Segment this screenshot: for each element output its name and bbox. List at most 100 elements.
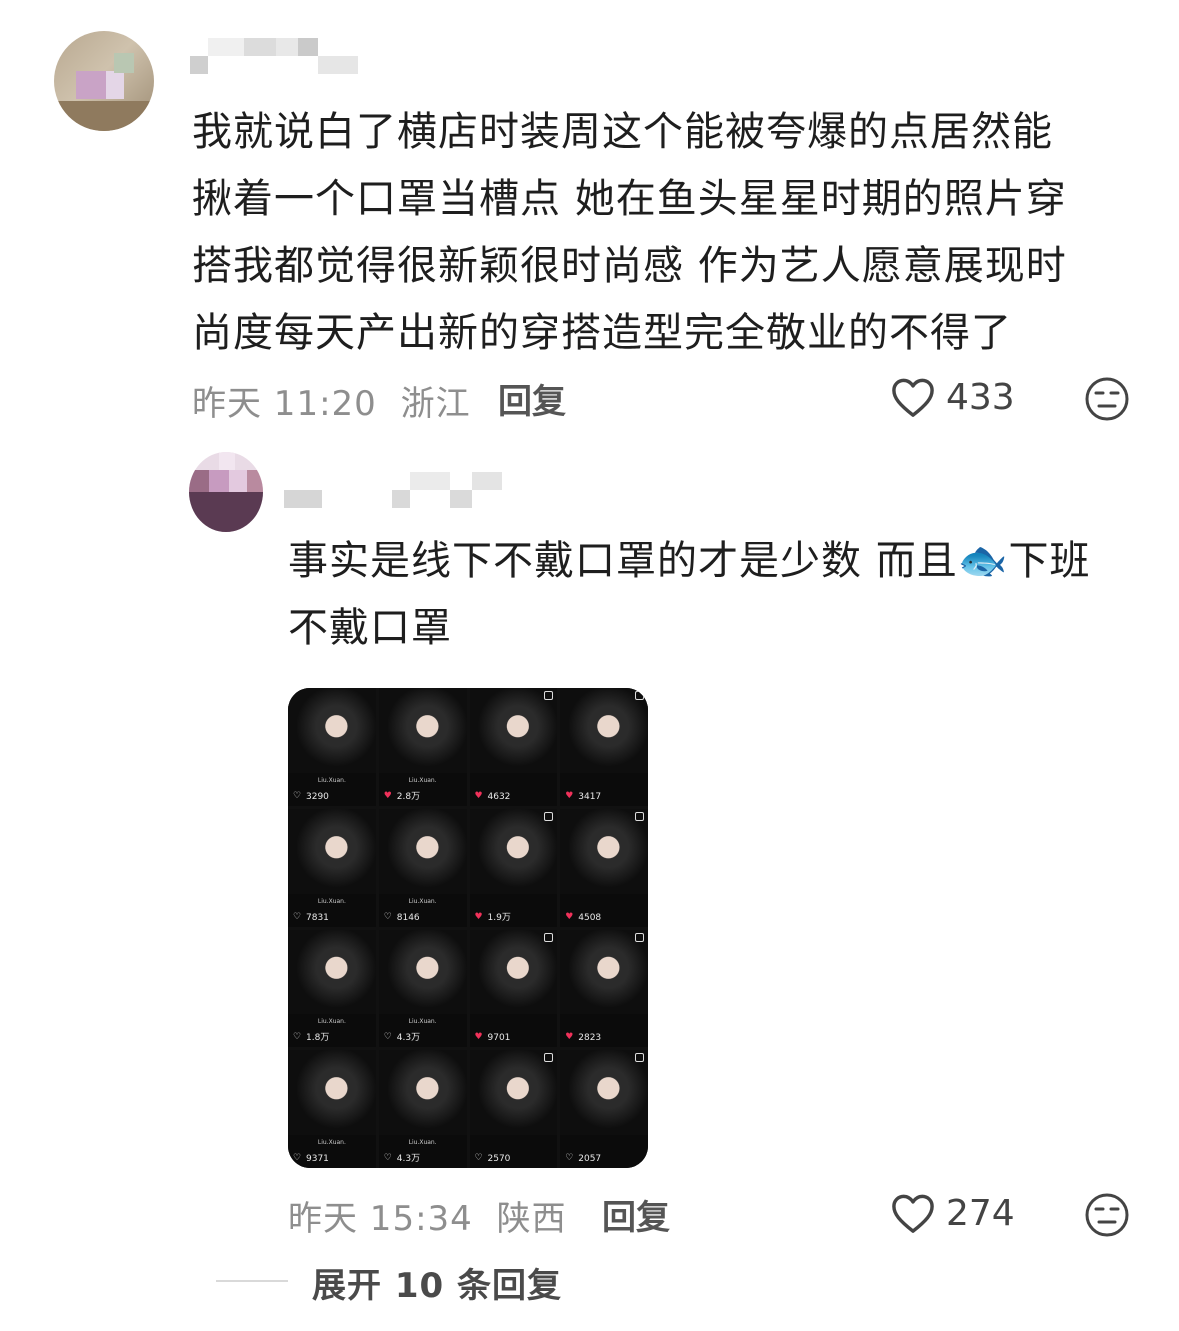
- heart-filled-icon: ♥: [565, 790, 574, 801]
- grid-tile: Liu.Xuan. ♡ 9371: [288, 1050, 376, 1168]
- expand-replies-button[interactable]: 展开 10 条回复: [312, 1258, 562, 1307]
- multi-image-icon: [635, 932, 644, 942]
- tile-brand-text: Liu.Xuan.: [317, 1018, 346, 1026]
- tile-like-count: 4508: [578, 912, 602, 923]
- tile-brand-text: Liu.Xuan.: [317, 1139, 346, 1146]
- comment-location: 陕西: [496, 1199, 567, 1239]
- tile-like-count: 8146: [396, 912, 420, 923]
- grid-tile: ♥ 4508: [560, 808, 648, 927]
- heart-filled-icon: ♥: [474, 790, 483, 801]
- comment-time: 昨天 15:34: [288, 1199, 473, 1239]
- tile-caption-bar: [560, 1135, 648, 1168]
- tile-caption-bar: [560, 772, 648, 806]
- grid-tile: ♥ 9701: [469, 929, 558, 1048]
- tile-photo: [469, 1050, 558, 1136]
- tile-photo: [378, 688, 467, 773]
- grid-tile: Liu.Xuan. ♡ 4.3万: [378, 1050, 467, 1168]
- heart-outline-icon: ♡: [383, 1032, 392, 1043]
- tile-photo: [469, 688, 558, 773]
- heart-filled-icon: ♥: [565, 1032, 574, 1043]
- tile-photo: [560, 808, 648, 894]
- heart-filled-icon: ♥: [474, 1032, 483, 1043]
- tile-like-count: 2823: [578, 1033, 602, 1044]
- meh-face-icon[interactable]: [1084, 376, 1130, 422]
- heart-outline-icon: ♡: [383, 911, 392, 922]
- tile-caption-bar: [469, 1135, 558, 1168]
- reply-button[interactable]: 回复: [498, 374, 566, 423]
- tile-brand-text: Liu.Xuan.: [317, 897, 346, 905]
- like-button[interactable]: 274: [890, 1192, 1015, 1234]
- tile-like-count: 2570: [487, 1154, 511, 1164]
- grid-tile: Liu.Xuan. ♡ 7831: [288, 808, 376, 927]
- heart-outline-icon: [892, 378, 934, 417]
- comment-image[interactable]: Liu.Xuan. ♡ 3290 Liu.Xuan. ♥ 2.8万 ♥ 4632 ♥ 3417 Li…: [288, 688, 648, 1168]
- like-count: 433: [946, 376, 1015, 418]
- grid-tile: Liu.Xuan. ♡ 4.3万: [378, 929, 467, 1048]
- comment-time: 昨天 11:20: [192, 384, 377, 424]
- heart-outline-icon: ♡: [565, 1153, 574, 1163]
- tile-like-count: 9701: [487, 1033, 511, 1044]
- grid-tile: Liu.Xuan. ♡ 3290: [288, 688, 376, 806]
- comment-line: 事实是线下不戴口罩的才是少数 而且🐟下班: [288, 538, 1091, 584]
- heart-filled-icon: ♥: [383, 790, 392, 801]
- tile-like-count: 1.8万: [306, 1033, 330, 1044]
- tile-caption-bar: [469, 1014, 558, 1048]
- tile-like-count: 7831: [306, 912, 329, 923]
- like-count: 274: [946, 1192, 1015, 1234]
- username-blurred[interactable]: [284, 472, 502, 508]
- tile-like-count: 2057: [578, 1154, 602, 1164]
- tile-like-count: 9371: [306, 1154, 329, 1164]
- like-button[interactable]: 433: [890, 376, 1015, 418]
- multi-image-icon: [544, 1053, 554, 1063]
- multi-image-icon: [635, 811, 644, 821]
- multi-image-icon: [635, 691, 644, 700]
- tile-photo: [378, 929, 467, 1015]
- expand-divider: [216, 1280, 288, 1282]
- grid-tile: ♥ 2823: [560, 929, 648, 1048]
- comment-meta: 昨天 15:34 陕西: [288, 1191, 567, 1240]
- tile-photo: [560, 1050, 648, 1136]
- grid-tile: ♡ 2570: [469, 1050, 558, 1168]
- tile-caption-bar: [560, 893, 648, 927]
- tile-photo: [288, 929, 376, 1015]
- grid-tile: Liu.Xuan. ♥ 2.8万: [378, 688, 467, 806]
- reply-button[interactable]: 回复: [602, 1190, 670, 1239]
- tile-caption-bar: [469, 893, 558, 927]
- tile-brand-text: Liu.Xuan.: [408, 1018, 437, 1026]
- heart-outline-icon: ♡: [383, 1153, 392, 1163]
- tile-like-count: 4632: [487, 791, 511, 802]
- avatar[interactable]: [189, 452, 263, 532]
- tile-photo: [560, 929, 648, 1015]
- comment-text: 事实是线下不戴口罩的才是少数 而且🐟下班 不戴口罩: [288, 528, 1148, 662]
- tile-brand-text: Liu.Xuan.: [317, 776, 346, 784]
- tile-like-count: 3417: [578, 791, 602, 802]
- tile-photo: [469, 929, 558, 1015]
- comment-line: 尚度每天产出新的穿搭造型完全敬业的不得了: [192, 310, 1012, 356]
- comment-location: 浙江: [400, 384, 471, 424]
- heart-outline-icon: ♡: [293, 1032, 302, 1043]
- meh-face-icon[interactable]: [1084, 1192, 1130, 1238]
- tile-photo: [288, 808, 376, 894]
- heart-outline-icon: ♡: [293, 911, 302, 922]
- heart-outline-icon: ♡: [474, 1153, 483, 1163]
- heart-filled-icon: ♥: [474, 911, 483, 922]
- grid-tile: ♥ 3417: [560, 688, 648, 806]
- comment-line: 揪着一个口罩当槽点 她在鱼头星星时期的照片穿: [192, 176, 1067, 222]
- tile-photo: [469, 808, 558, 894]
- multi-image-icon: [635, 1053, 644, 1063]
- comment-meta: 昨天 11:20 浙江: [192, 376, 471, 425]
- grid-tile: Liu.Xuan. ♡ 1.8万: [288, 929, 376, 1048]
- tile-photo: [560, 688, 648, 773]
- grid-tile: ♥ 1.9万: [469, 808, 558, 927]
- multi-image-icon: [544, 691, 554, 700]
- username-blurred[interactable]: [190, 38, 358, 74]
- tile-caption-bar: [560, 1014, 648, 1048]
- grid-tile: ♡ 2057: [560, 1050, 648, 1168]
- tile-like-count: 4.3万: [396, 1154, 421, 1164]
- multi-image-icon: [544, 811, 554, 821]
- tile-brand-text: Liu.Xuan.: [408, 1139, 437, 1146]
- avatar[interactable]: [54, 31, 154, 131]
- tile-photo: [288, 688, 376, 773]
- heart-outline-icon: [892, 1194, 934, 1233]
- tile-brand-text: Liu.Xuan.: [408, 776, 437, 784]
